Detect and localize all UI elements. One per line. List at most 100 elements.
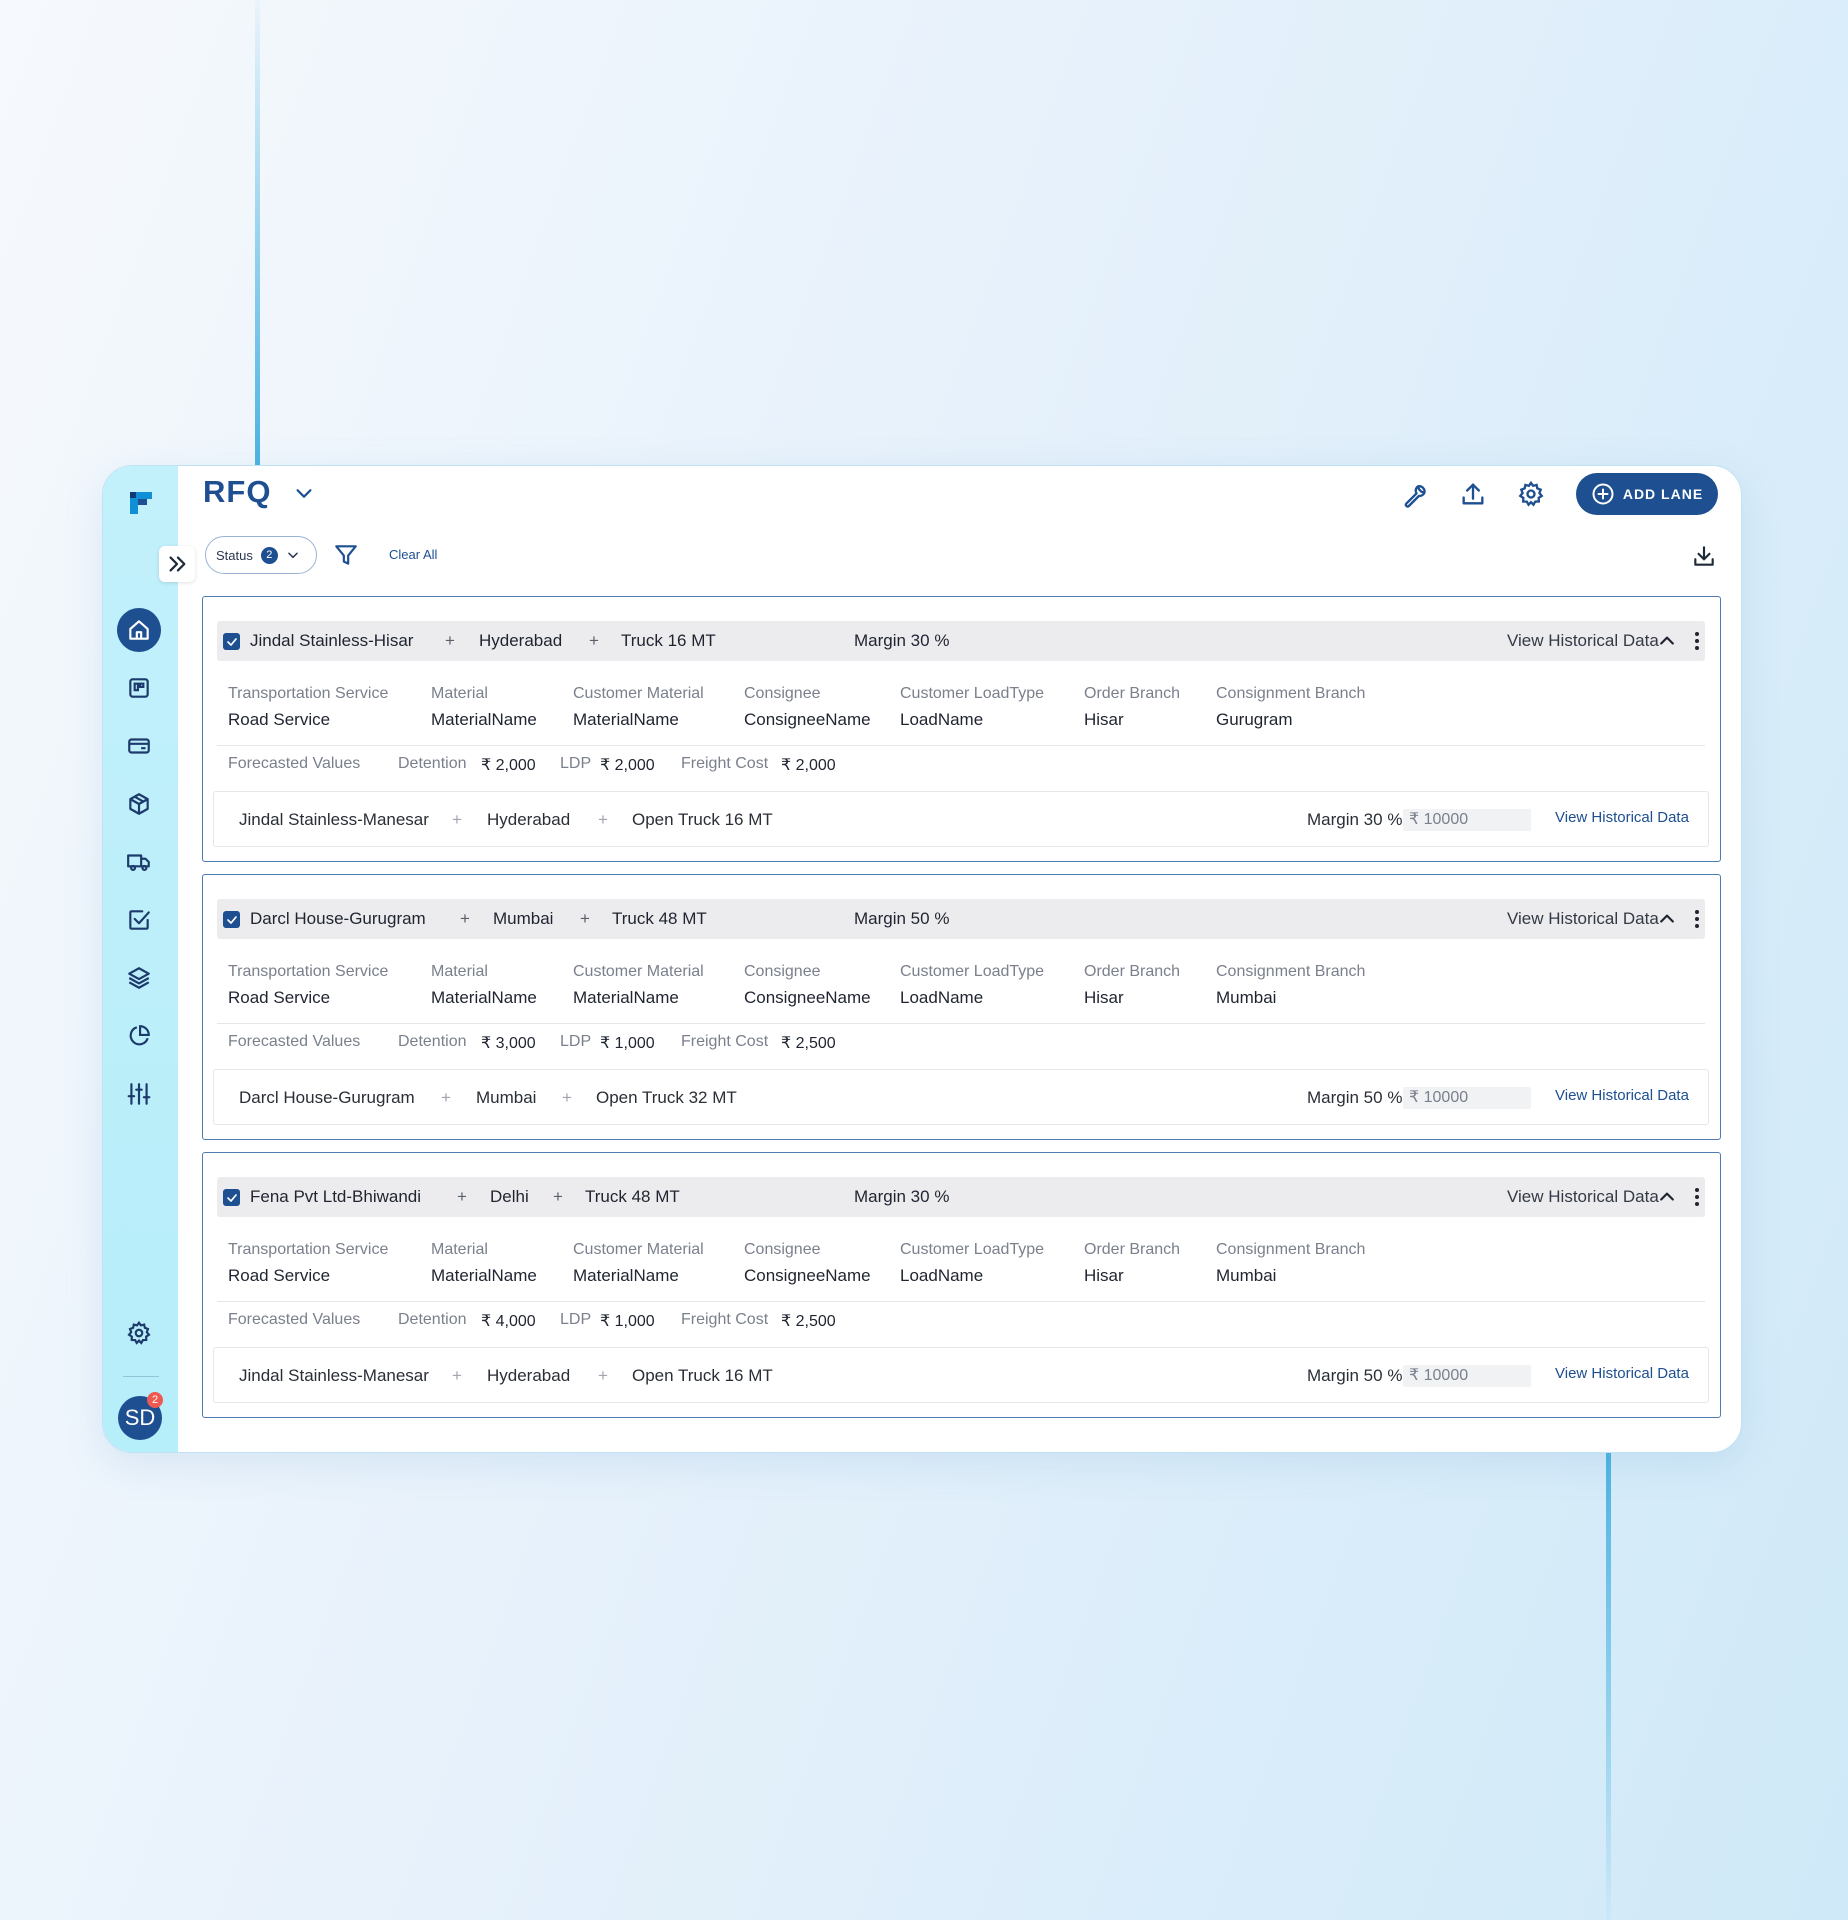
wrench-icon[interactable]: [1401, 480, 1429, 508]
field-label: Transportation Service: [228, 685, 389, 702]
detention-label: Detention: [398, 1311, 467, 1328]
package-icon: [129, 793, 149, 815]
settings-gear-icon[interactable]: [1517, 480, 1545, 508]
ldp-label: LDP: [560, 1033, 592, 1050]
checkmark-icon: [226, 637, 237, 646]
field-label: Consignee: [744, 963, 821, 980]
lane-checkbox[interactable]: [223, 1189, 240, 1206]
view-historical-data-link[interactable]: View Historical Data: [1507, 909, 1659, 929]
nav-settings[interactable]: [117, 1311, 161, 1355]
filter-icon[interactable]: [333, 542, 359, 568]
plus-separator: +: [589, 631, 599, 650]
plus-separator: +: [598, 1366, 608, 1385]
nav-tasks[interactable]: [117, 898, 161, 942]
field-value: MaterialName: [573, 1266, 679, 1285]
lane-checkbox[interactable]: [223, 911, 240, 928]
clear-all-link[interactable]: Clear All: [389, 547, 437, 562]
view-historical-data-link[interactable]: View Historical Data: [1555, 1087, 1689, 1104]
add-lane-label: ADD LANE: [1622, 486, 1704, 502]
freight-cost-label: Freight Cost: [681, 1033, 769, 1050]
chevron-up-icon[interactable]: [1657, 1187, 1677, 1207]
chevron-up-icon[interactable]: [1657, 909, 1677, 929]
lane-source: Jindal Stainless-Hisar: [250, 631, 414, 650]
sub-lane-margin: Margin 30 %: [1307, 810, 1403, 829]
more-vertical-icon[interactable]: [1685, 907, 1709, 931]
nav-reports[interactable]: [117, 1014, 161, 1058]
nav-packages[interactable]: [117, 782, 161, 826]
board-icon: [129, 678, 149, 698]
field-value: LoadName: [900, 710, 984, 729]
field-label: Order Branch: [1084, 685, 1181, 702]
app-logo-icon: [130, 492, 152, 514]
field-label: Customer LoadType: [900, 1241, 1045, 1258]
expand-sidebar-button[interactable]: [159, 546, 195, 582]
amount-input[interactable]: ₹ 10000: [1403, 1087, 1531, 1109]
sub-lane-destination: Mumbai: [476, 1088, 537, 1107]
field-value: MaterialName: [431, 1266, 537, 1285]
divider: [217, 745, 1705, 746]
divider: [217, 1023, 1705, 1024]
detention-value: ₹ 3,000: [481, 1035, 536, 1052]
sliders-icon: [127, 1083, 151, 1105]
sidebar-divider: [123, 1376, 159, 1377]
plus-separator: +: [445, 631, 455, 650]
sub-lane-margin: Margin 50 %: [1307, 1366, 1403, 1385]
nav-payments[interactable]: [117, 724, 161, 768]
lane-margin: Margin 30 %: [854, 631, 950, 650]
field-label: Customer LoadType: [900, 685, 1045, 702]
lane-card: Darcl House-Gurugram + Mumbai + Truck 48…: [202, 874, 1721, 1140]
sub-lane-row: Jindal Stainless-Manesar + Hyderabad + O…: [213, 1347, 1709, 1403]
lane-destination: Delhi: [490, 1187, 529, 1206]
nav-layers[interactable]: [117, 956, 161, 1000]
plus-separator: +: [452, 810, 462, 829]
view-historical-data-link[interactable]: View Historical Data: [1507, 631, 1659, 651]
sub-lane-row: Darcl House-Gurugram + Mumbai + Open Tru…: [213, 1069, 1709, 1125]
amount-input[interactable]: ₹ 10000: [1403, 1365, 1531, 1387]
sub-lane-source: Jindal Stainless-Manesar: [239, 1366, 429, 1385]
nav-board[interactable]: [117, 666, 161, 710]
download-icon[interactable]: [1691, 543, 1717, 569]
plus-separator: +: [562, 1088, 572, 1107]
chevron-down-icon[interactable]: [293, 482, 315, 504]
view-historical-data-link[interactable]: View Historical Data: [1555, 1365, 1689, 1382]
lane-card: Jindal Stainless-Hisar + Hyderabad + Tru…: [202, 596, 1721, 862]
plus-separator: +: [553, 1187, 563, 1206]
amount-input[interactable]: ₹ 10000: [1403, 809, 1531, 831]
field-value: Mumbai: [1216, 1266, 1277, 1285]
chevron-down-icon: [288, 552, 298, 559]
sub-lane-source: Darcl House-Gurugram: [239, 1088, 415, 1107]
lane-vehicle: Truck 16 MT: [621, 631, 716, 650]
field-label: Material: [431, 1241, 488, 1258]
field-label: Consignment Branch: [1216, 1241, 1366, 1258]
field-label: Customer Material: [573, 1241, 704, 1258]
sub-lane-vehicle: Open Truck 32 MT: [596, 1088, 737, 1107]
field-label: Customer Material: [573, 685, 704, 702]
more-vertical-icon[interactable]: [1685, 1185, 1709, 1209]
more-vertical-icon[interactable]: [1685, 629, 1709, 653]
field-value: LoadName: [900, 988, 984, 1007]
add-lane-button[interactable]: ADD LANE: [1576, 473, 1718, 515]
status-count-badge: 2: [260, 546, 278, 564]
field-value: Hisar: [1084, 710, 1124, 729]
nav-adjustments[interactable]: [117, 1072, 161, 1116]
field-value: Road Service: [228, 1266, 331, 1285]
chevron-up-icon[interactable]: [1657, 631, 1677, 651]
settings-icon: [127, 1320, 151, 1345]
notification-badge: 2: [147, 1392, 163, 1408]
sidebar: SD 2: [103, 466, 178, 1452]
nav-trucks[interactable]: [117, 840, 161, 884]
lane-card-header: Fena Pvt Ltd-Bhiwandi + Delhi + Truck 48…: [217, 1177, 1705, 1217]
decorative-line-top: [255, 0, 260, 468]
status-filter-chip[interactable]: Status 2: [205, 536, 317, 574]
upload-icon[interactable]: [1459, 480, 1487, 508]
detention-label: Detention: [398, 1033, 467, 1050]
sub-lane-vehicle: Open Truck 16 MT: [632, 810, 773, 829]
view-historical-data-link[interactable]: View Historical Data: [1555, 809, 1689, 826]
home-icon: [129, 620, 149, 640]
view-historical-data-link[interactable]: View Historical Data: [1507, 1187, 1659, 1207]
plus-separator: +: [598, 810, 608, 829]
nav-home[interactable]: [117, 608, 161, 652]
sub-lane-source: Jindal Stainless-Manesar: [239, 810, 429, 829]
lane-checkbox[interactable]: [223, 633, 240, 650]
ldp-value: ₹ 2,000: [600, 757, 655, 774]
